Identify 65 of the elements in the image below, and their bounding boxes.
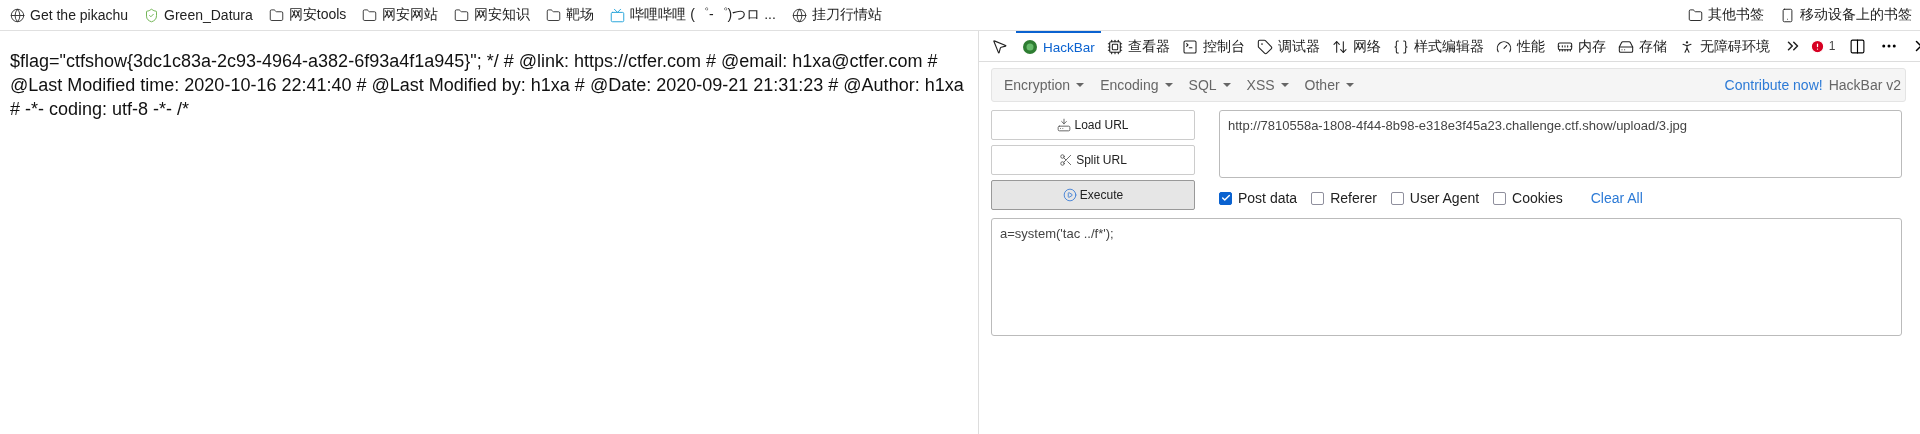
devtools-tab[interactable]: 性能 [1489, 31, 1551, 61]
bookmark[interactable]: Green_Datura [144, 7, 253, 23]
devtools-tab[interactable]: 控制台 [1175, 31, 1251, 61]
play-icon [1062, 188, 1077, 202]
menu-item[interactable]: Encryption [996, 77, 1093, 93]
bookmark[interactable]: 挂刀行情站 [791, 6, 882, 24]
chip-icon [1106, 39, 1123, 55]
drive-icon [1057, 118, 1072, 132]
gauge-icon [1495, 39, 1512, 55]
menu-item[interactable]: XSS [1238, 77, 1297, 93]
folder-icon [362, 7, 378, 23]
folder-icon [546, 7, 562, 23]
devtools-tab[interactable]: 查看器 [1100, 31, 1176, 61]
folder-icon [268, 7, 284, 23]
arrows-icon [1331, 39, 1348, 55]
terminal-icon [1181, 39, 1198, 55]
menu-item[interactable]: Encoding [1092, 77, 1181, 93]
devtools-tab[interactable]: 无障碍环境 [1672, 31, 1776, 61]
memory-icon [1556, 39, 1573, 55]
action-button[interactable]: Load URL [991, 110, 1195, 140]
bookmark[interactable]: 靶场 [546, 6, 595, 24]
devtools-tab[interactable]: 调试器 [1250, 31, 1326, 61]
storage-icon [1617, 39, 1634, 55]
bookmark[interactable]: 哔哩哔哩 (゜-゜)つロ ... [610, 6, 776, 24]
tag-icon [1256, 39, 1273, 55]
braces-icon [1392, 39, 1409, 55]
version-label: HackBar v2 [1828, 77, 1901, 93]
bookmark[interactable]: 网安tools [268, 6, 347, 24]
phone-icon [1780, 7, 1795, 23]
option-checkbox[interactable]: User Agent [1390, 190, 1480, 206]
scissors-icon [1059, 153, 1074, 167]
devtools-tab[interactable]: 网络 [1325, 31, 1387, 61]
action-button[interactable]: Execute [991, 180, 1195, 210]
devtools-tab[interactable]: 样式编辑器 [1386, 31, 1490, 61]
check-icon [1220, 193, 1231, 203]
contribute-link[interactable]: Contribute now! [1724, 77, 1823, 93]
dock-icon[interactable] [1849, 37, 1867, 55]
tv-icon [610, 7, 626, 23]
bookmark[interactable]: Get the pikachu [10, 7, 129, 23]
error-icon [1809, 38, 1825, 54]
pointer-icon[interactable] [991, 37, 1008, 55]
clear-all-link[interactable]: Clear All [1590, 190, 1643, 206]
option-checkbox[interactable]: Post data [1219, 190, 1298, 206]
devtools-tab[interactable]: HackBar [1016, 31, 1101, 61]
bookmark[interactable]: 网安网站 [362, 6, 439, 24]
globe-icon [791, 7, 807, 23]
bookmark[interactable]: 其他书签 [1688, 6, 1764, 24]
post-data-field[interactable]: a=system('tac ../f*'); [991, 218, 1902, 336]
shield-icon [144, 7, 160, 23]
devtools-tab[interactable]: 内存 [1550, 31, 1612, 61]
devtools-tab[interactable]: 存储 [1611, 31, 1673, 61]
bookmark[interactable]: 网安知识 [454, 6, 531, 24]
option-checkbox[interactable]: Referer [1311, 190, 1377, 206]
globe-icon [10, 7, 25, 23]
folder-icon [1688, 7, 1703, 23]
option-checkbox[interactable]: Cookies [1493, 190, 1563, 206]
menu-item[interactable]: SQL [1180, 77, 1239, 93]
folder-icon [454, 7, 470, 23]
action-button[interactable]: Split URL [991, 145, 1195, 175]
bookmark[interactable]: 移动设备上的书签 [1780, 6, 1912, 24]
error-counter[interactable]: 1 [1809, 38, 1836, 54]
url-field[interactable]: http://7810558a-1808-4f44-8b98-e318e3f45a23.challenge.ctf.show/upload/3.jpg [1219, 110, 1902, 178]
menu-item[interactable]: Other [1296, 77, 1362, 93]
page-text: $flag="ctfshow{3dc1c83a-2c93-4964-a382-6f93a4f1a945}"; */ # @link: https://ctfer.com # @email: h1xa@ctfer.com # @Last Modified time: 2020-10-16 22:41:40 # @Last Modified by: h1xa # @Date: 2020-09-21 21:31:23 # @Author: h1xa # -*- coding: utf-8 -*- /* [10, 50, 965, 121]
logo-icon [1022, 39, 1038, 55]
